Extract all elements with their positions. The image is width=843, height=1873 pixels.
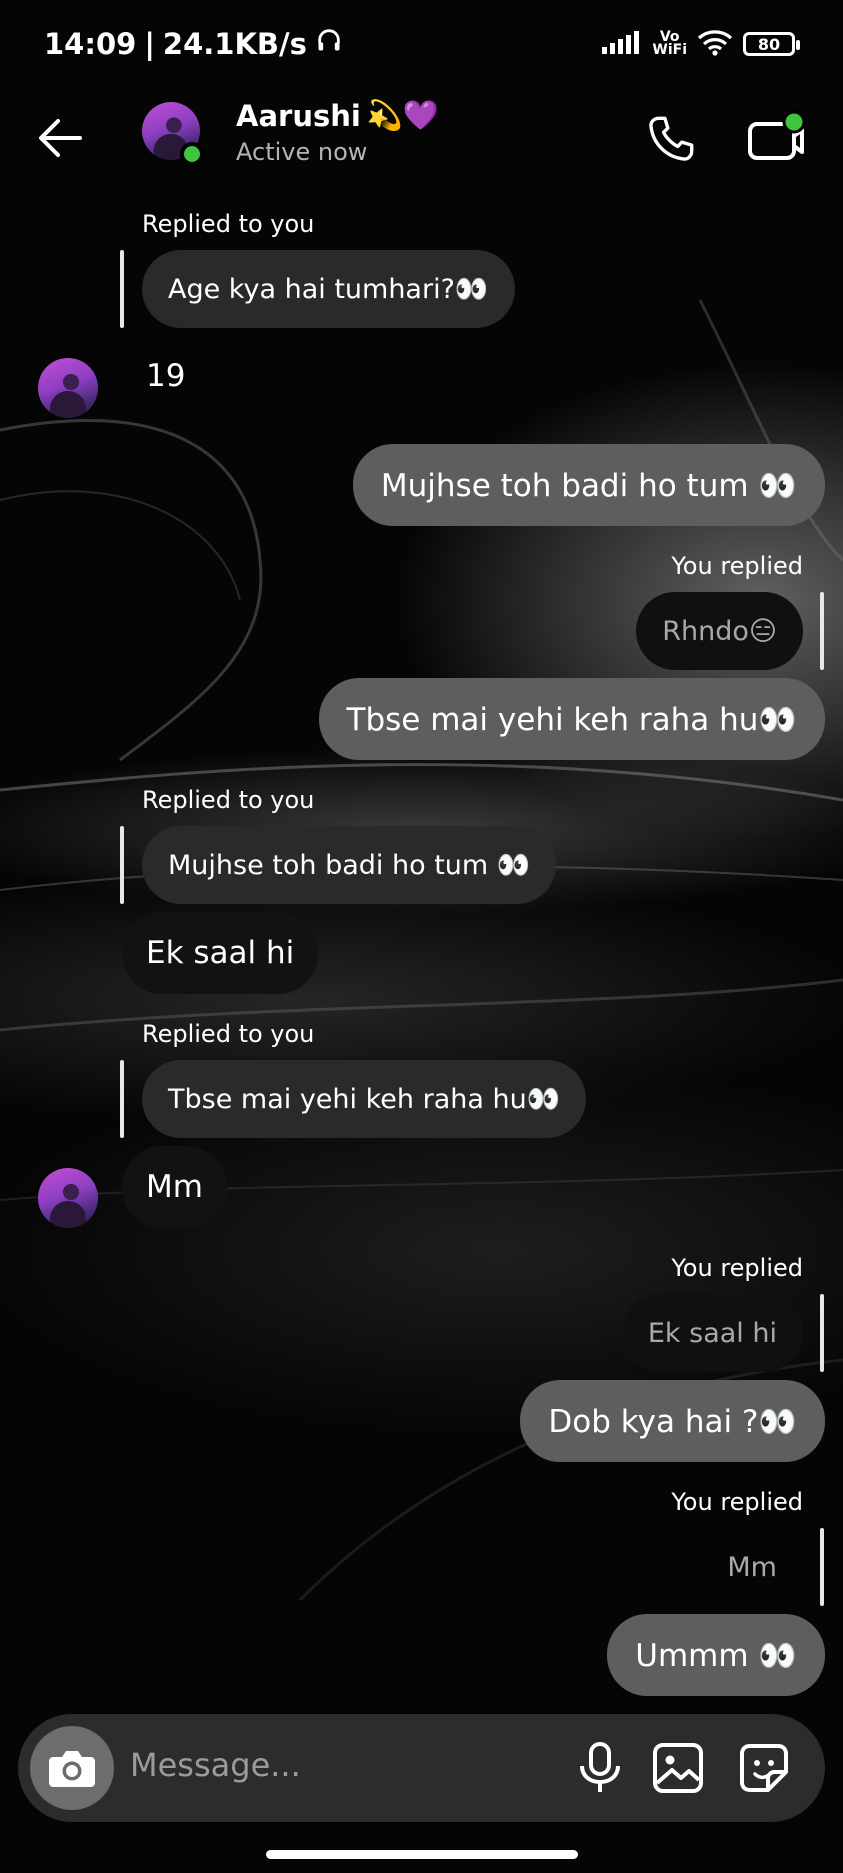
microphone-icon bbox=[580, 1742, 620, 1792]
contact-emoji: 💫💜 bbox=[366, 98, 440, 132]
voice-message-button[interactable] bbox=[570, 1738, 630, 1798]
sticker-button[interactable] bbox=[734, 1738, 794, 1798]
contact-name-row[interactable]: Aarushi 💫💜 bbox=[236, 98, 439, 133]
quoted-message[interactable]: Mm bbox=[701, 1528, 803, 1606]
outgoing-message[interactable]: Tbse mai yehi keh raha hu👀 bbox=[318, 678, 825, 760]
contact-name: Aarushi bbox=[236, 98, 361, 133]
quoted-message[interactable]: Tbse mai yehi keh raha hu👀 bbox=[142, 1060, 587, 1138]
reply-label: Replied to you bbox=[142, 210, 315, 238]
battery-icon: 80 bbox=[743, 32, 800, 56]
reply-indicator-bar bbox=[120, 250, 124, 328]
separator: | bbox=[144, 26, 155, 61]
message-input[interactable]: Message... bbox=[130, 1746, 301, 1784]
reply-indicator-bar bbox=[820, 592, 824, 670]
signal-icon bbox=[602, 30, 642, 58]
sticker-icon bbox=[740, 1744, 788, 1792]
network-speed: 24.1KB/s bbox=[162, 26, 307, 61]
video-call-button[interactable] bbox=[746, 108, 806, 168]
status-left: 14:09 | 24.1KB/s bbox=[44, 26, 343, 61]
incoming-message[interactable]: 19 bbox=[146, 358, 185, 394]
quoted-message[interactable]: Ek saal hi bbox=[621, 1294, 803, 1372]
sender-avatar[interactable] bbox=[38, 358, 98, 418]
clock: 14:09 bbox=[44, 26, 137, 61]
reply-label: Replied to you bbox=[142, 1020, 315, 1048]
back-button[interactable] bbox=[34, 112, 86, 164]
vowifi-line2: WiFi bbox=[652, 42, 687, 58]
camera-button[interactable] bbox=[30, 1726, 114, 1810]
gallery-button[interactable] bbox=[648, 1738, 708, 1798]
quoted-message[interactable]: Rhndo😑 bbox=[636, 592, 803, 670]
outgoing-message[interactable]: Mujhse toh badi ho tum 👀 bbox=[352, 444, 825, 526]
reply-indicator-bar bbox=[120, 826, 124, 904]
quoted-message[interactable]: Mujhse toh badi ho tum 👀 bbox=[142, 826, 557, 904]
reply-label: You replied bbox=[671, 1254, 803, 1282]
video-camera-icon bbox=[748, 110, 806, 160]
reply-label: You replied bbox=[671, 1488, 803, 1516]
reply-indicator-bar bbox=[820, 1528, 824, 1606]
reply-indicator-bar bbox=[820, 1294, 824, 1372]
image-gallery-icon bbox=[653, 1743, 703, 1793]
headphones-icon bbox=[315, 26, 343, 61]
back-arrow-icon bbox=[39, 119, 82, 157]
reply-label: You replied bbox=[671, 552, 803, 580]
incoming-message[interactable]: Mm bbox=[122, 1146, 227, 1228]
audio-call-button[interactable] bbox=[644, 112, 698, 166]
message-composer: Message... bbox=[18, 1714, 825, 1822]
vowifi-indicator: Vo WiFi bbox=[652, 30, 687, 58]
incoming-message[interactable]: Ek saal hi bbox=[122, 912, 319, 994]
battery-level: 80 bbox=[757, 34, 781, 54]
outgoing-message[interactable]: Dob kya hai ?👀 bbox=[520, 1380, 825, 1462]
camera-icon bbox=[49, 1751, 95, 1787]
phone-icon bbox=[649, 116, 694, 161]
status-bar: 14:09 | 24.1KB/s Vo WiFi 80 bbox=[0, 0, 843, 90]
reply-label: Replied to you bbox=[142, 786, 315, 814]
wifi-icon bbox=[697, 28, 733, 60]
contact-status: Active now bbox=[236, 138, 368, 166]
message-list: Replied to you Age kya hai tumhari?👀 19 … bbox=[0, 0, 843, 1873]
status-right: Vo WiFi 80 bbox=[602, 28, 800, 60]
home-indicator[interactable] bbox=[266, 1850, 578, 1859]
reply-indicator-bar bbox=[120, 1060, 124, 1138]
quoted-message[interactable]: Age kya hai tumhari?👀 bbox=[142, 250, 515, 328]
sender-avatar[interactable] bbox=[38, 1168, 98, 1228]
online-status-dot bbox=[180, 142, 204, 166]
chat-header: Aarushi 💫💜 Active now bbox=[0, 90, 843, 200]
outgoing-message[interactable]: Ummm 👀 bbox=[607, 1614, 825, 1696]
